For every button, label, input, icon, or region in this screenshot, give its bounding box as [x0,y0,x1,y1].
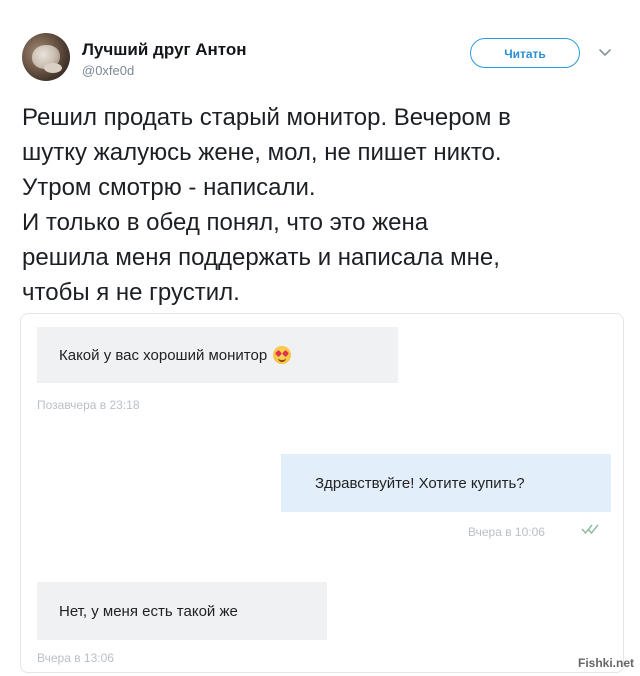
chevron-down-icon[interactable] [597,44,613,60]
message-bubble-incoming: Какой у вас хороший монитор [37,327,398,383]
message-text: Какой у вас хороший монитор [59,346,268,364]
tweet-text: Решил продать старый монитор. Вечером в … [22,104,511,306]
avatar-detail [44,63,62,73]
smiling-face-with-heart-eyes-icon [273,346,292,364]
user-handle[interactable]: @0xfe0d [82,63,134,78]
message-timestamp: Позавчера в 23:18 [37,398,140,412]
follow-button[interactable]: Читать [470,38,580,68]
message-timestamp: Вчера в 13:06 [37,651,114,665]
chat-screenshot: Какой у вас хороший монитор Позавчера в … [20,313,624,673]
watermark: Fishki.net [578,656,635,670]
tweet-header: Лучший друг Антон @0xfe0d Читать [22,30,622,90]
user-name[interactable]: Лучший друг Антон [82,40,247,60]
message-bubble-incoming: Нет, у меня есть такой же [37,582,327,640]
avatar[interactable] [22,33,70,81]
double-check-icon [581,524,599,535]
message-timestamp: Вчера в 10:06 [468,525,545,539]
message-text: Здравствуйте! Хотите купить? [315,474,525,492]
message-bubble-outgoing: Здравствуйте! Хотите купить? [281,454,611,512]
message-text: Нет, у меня есть такой же [59,602,238,620]
